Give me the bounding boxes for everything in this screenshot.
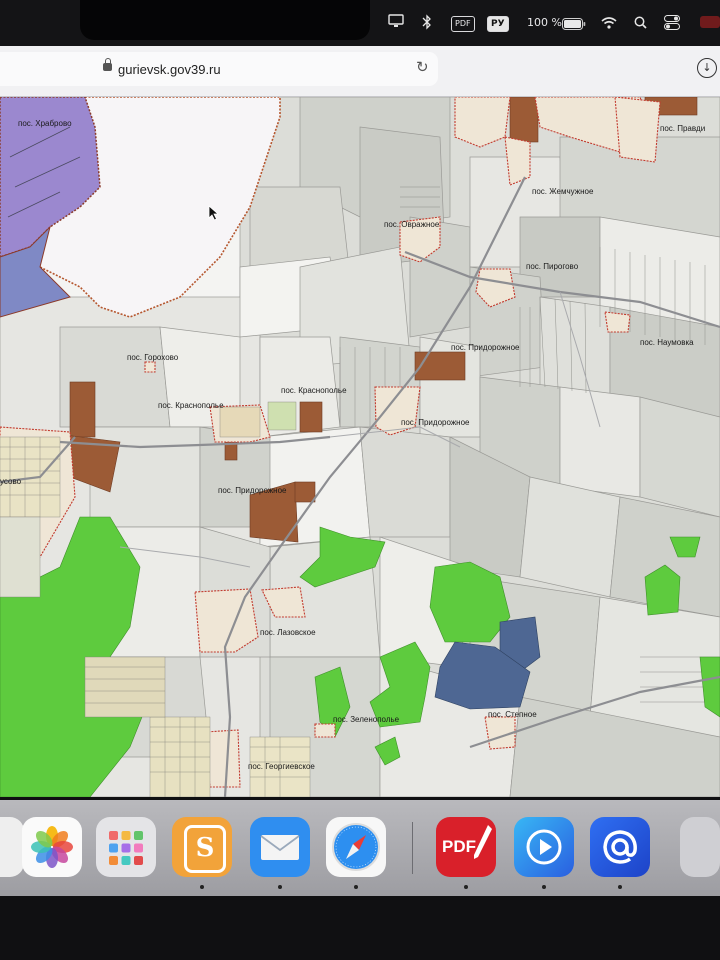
mouse-cursor-icon [208,205,220,221]
battery-icon[interactable] [562,17,586,35]
keyboard-layout-indicator[interactable]: РУ [487,16,509,32]
camera-notch [80,0,370,40]
label-usovo: усово [0,477,22,486]
photos-app-icon[interactable] [22,817,82,877]
label-zelenopolie: пос. Зеленополье [333,715,400,724]
launchpad-app-icon[interactable] [96,817,156,877]
pdf-menu-icon[interactable]: PDF [451,16,475,32]
label-krasnopolie-west: пос. Краснополье [158,401,224,410]
download-icon[interactable]: ↓ [697,58,717,78]
label-pridorozhnoe-north: пос. Придорожное [451,343,520,352]
display-icon[interactable] [388,14,404,32]
scriptable-letter: S [184,825,226,873]
label-gorokhovo: пос. Горохово [127,353,179,362]
wifi-icon[interactable] [601,16,617,34]
label-pirogovo: пос. Пирогово [526,262,579,271]
spotlight-search-icon[interactable] [634,16,647,34]
notification-indicator [700,16,720,28]
dock-running-indicator [618,885,622,889]
url-text[interactable]: gurievsk.gov39.ru [118,62,221,77]
dock-running-indicator [542,885,546,889]
label-stepnoe: пос. Степное [488,710,537,719]
dock-running-indicator [200,885,204,889]
video-player-app-icon[interactable] [514,817,574,877]
mail-client-app-icon[interactable] [590,817,650,877]
battery-percentage: 100 % [527,16,562,29]
dock-running-indicator [354,885,358,889]
label-pravdino: пос. Правди [660,124,706,133]
map-canvas[interactable] [0,97,720,797]
label-khrabrovo: пос. Храброво [18,119,72,128]
bluetooth-icon[interactable] [422,14,432,32]
label-pridorozhnoe-east: пос. Придорожное [401,418,470,427]
control-center-icon[interactable] [664,15,680,33]
label-georgievskoe: пос. Георгиевское [248,762,315,771]
pdf-app-icon[interactable]: PDF [436,817,496,877]
scriptable-app-icon[interactable]: S [172,817,232,877]
label-naumovka: пос. Наумовка [640,338,694,347]
reload-icon[interactable]: ↻ [416,58,429,76]
label-krasnopolie-east: пос. Краснополье [281,386,347,395]
label-ovrazhnoe: пос. Овражное [384,220,440,229]
pen-icon [474,825,492,859]
cadastral-map[interactable]: пос. Храброво пос. Правди пос. Жемчужное… [0,97,720,797]
safari-app-icon[interactable] [326,817,386,877]
mail-app-icon[interactable] [250,817,310,877]
browser-toolbar: gurievsk.gov39.ru ↻ ↓ [0,46,720,97]
trash-icon[interactable] [680,817,720,877]
dock-running-indicator [464,885,468,889]
dock-separator [412,822,413,874]
label-lazovskoe: пос. Лазовское [260,628,316,637]
label-pridorozhnoe-south: пос. Придорожное [218,486,287,495]
dock-app-partial-left[interactable] [0,817,24,877]
label-zhemchuzhnoe: пос. Жемчужное [532,187,594,196]
lock-icon [103,58,112,71]
dock-running-indicator [278,885,282,889]
